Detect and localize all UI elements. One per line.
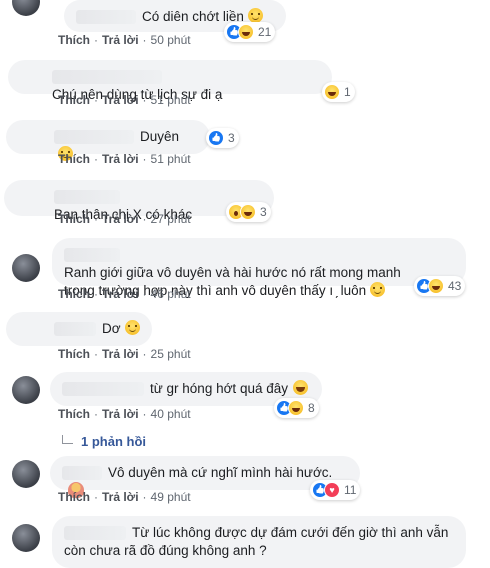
timestamp[interactable]: 40 phút <box>151 407 191 421</box>
comment-text-line-2: còn chưa rã đồ đúng không anh ? <box>64 543 267 558</box>
reaction-count: 3 <box>260 205 267 219</box>
redacted-name <box>54 322 96 337</box>
reaction-summary[interactable]: 21 <box>224 22 276 42</box>
reply-arrow-icon <box>62 435 73 444</box>
redacted-name <box>54 130 134 145</box>
reaction-count: 3 <box>228 131 235 145</box>
comment-actions: Thích · Trả lời · 27 phút <box>58 212 191 226</box>
timestamp[interactable]: 51 phút <box>151 152 191 166</box>
comment-text: Vô duyên mà cứ nghĩ mình hài hước. <box>108 465 333 480</box>
reply-link[interactable]: Trả lời <box>102 152 139 166</box>
comment-actions: Thích · Trả lời · 51 phút <box>58 152 191 166</box>
timestamp[interactable]: 27 phút <box>151 212 191 226</box>
comment-text: Có diên chớt liền <box>142 9 244 24</box>
reaction-count: 8 <box>308 401 315 415</box>
haha-reaction-icon <box>428 278 444 294</box>
reply-link[interactable]: Trả lời <box>102 347 139 361</box>
reaction-count: 43 <box>448 279 462 293</box>
comment-actions: Thích · Trả lời · 50 phút <box>58 33 191 47</box>
haha-reaction-icon <box>240 204 256 220</box>
avatar[interactable] <box>12 524 40 552</box>
redacted-name <box>64 526 126 541</box>
like-link[interactable]: Thích <box>58 152 90 166</box>
comment-bubble: Chú nên dùng từ lịch sự đi ạ <box>8 60 332 102</box>
haha-reaction-icon <box>238 24 254 40</box>
avatar[interactable] <box>12 0 40 16</box>
comment-text: Duyên <box>140 129 180 144</box>
reaction-summary[interactable]: 3 <box>206 128 239 148</box>
comment-text: từ gr hóng hớt quá đây <box>150 381 288 396</box>
like-reaction-icon <box>208 130 224 146</box>
smile-emoji-icon <box>247 8 263 23</box>
smile-emoji-icon <box>370 282 386 297</box>
redacted-name <box>54 190 120 205</box>
redacted-name <box>62 382 144 397</box>
laughing-emoji-icon <box>292 380 308 395</box>
reply-link[interactable]: Trả lời <box>102 212 139 226</box>
like-link[interactable]: Thích <box>58 407 90 421</box>
reaction-summary[interactable]: 11 <box>310 480 361 500</box>
comment-text: Dơ <box>102 321 121 336</box>
timestamp[interactable]: 50 phút <box>151 33 191 47</box>
comment-bubble: Dơ <box>6 312 152 346</box>
redacted-name <box>76 10 136 25</box>
view-replies-link[interactable]: 1 phản hồi <box>62 434 146 449</box>
redacted-name <box>52 70 162 85</box>
like-link[interactable]: Thích <box>58 212 90 226</box>
comment-text-line-1: Ranh giới giữa vô duyên và hài hước nó r… <box>64 265 401 280</box>
smile-emoji-icon <box>124 320 140 335</box>
comment-actions: Thích · Trả lời · 40 phút <box>58 407 191 421</box>
haha-reaction-icon <box>324 84 340 100</box>
reaction-summary[interactable]: 1 <box>322 82 355 102</box>
comment-bubble: Ranh giới giữa vô duyên và hài hước nó r… <box>52 238 466 298</box>
reply-link[interactable]: Trả lời <box>102 287 139 301</box>
comment-actions: Thích · Trả lời · 49 phút <box>58 490 191 504</box>
avatar[interactable] <box>12 376 40 404</box>
like-link[interactable]: Thích <box>58 93 90 107</box>
reaction-count: 11 <box>344 483 357 497</box>
like-link[interactable]: Thích <box>58 33 90 47</box>
love-reaction-icon <box>324 482 340 498</box>
reply-link[interactable]: Trả lời <box>102 407 139 421</box>
reaction-count: 1 <box>344 85 351 99</box>
redacted-name <box>62 466 102 481</box>
reply-link[interactable]: Trả lời <box>102 33 139 47</box>
reaction-summary[interactable]: 8 <box>274 398 319 418</box>
replies-count: 1 phản hồi <box>81 434 146 449</box>
timestamp[interactable]: 49 phút <box>151 490 191 504</box>
comment-actions: Thích · Trả lời · 46 phút <box>58 287 191 301</box>
comment-bubble: Từ lúc không được dự đám cưới đến giờ th… <box>52 516 466 568</box>
reply-link[interactable]: Trả lời <box>102 490 139 504</box>
comment-text-line-1: Từ lúc không được dự đám cưới đến giờ th… <box>132 525 449 540</box>
reaction-summary[interactable]: 3 <box>226 202 271 222</box>
avatar[interactable] <box>12 254 40 282</box>
like-link[interactable]: Thích <box>58 287 90 301</box>
timestamp[interactable]: 46 phút <box>151 287 191 301</box>
redacted-name <box>64 248 120 263</box>
timestamp[interactable]: 25 phút <box>151 347 191 361</box>
comment-actions: Thích · Trả lời · 51 phút <box>58 93 191 107</box>
timestamp[interactable]: 51 phút <box>151 93 191 107</box>
haha-reaction-icon <box>288 400 304 416</box>
avatar[interactable] <box>12 460 40 488</box>
like-link[interactable]: Thích <box>58 347 90 361</box>
reply-link[interactable]: Trả lời <box>102 93 139 107</box>
comment-bubble: Duyên <box>6 120 210 161</box>
reaction-count: 21 <box>258 25 272 39</box>
like-link[interactable]: Thích <box>58 490 90 504</box>
comment-actions: Thích · Trả lời · 25 phút <box>58 347 191 361</box>
reaction-summary[interactable]: 43 <box>414 276 466 296</box>
